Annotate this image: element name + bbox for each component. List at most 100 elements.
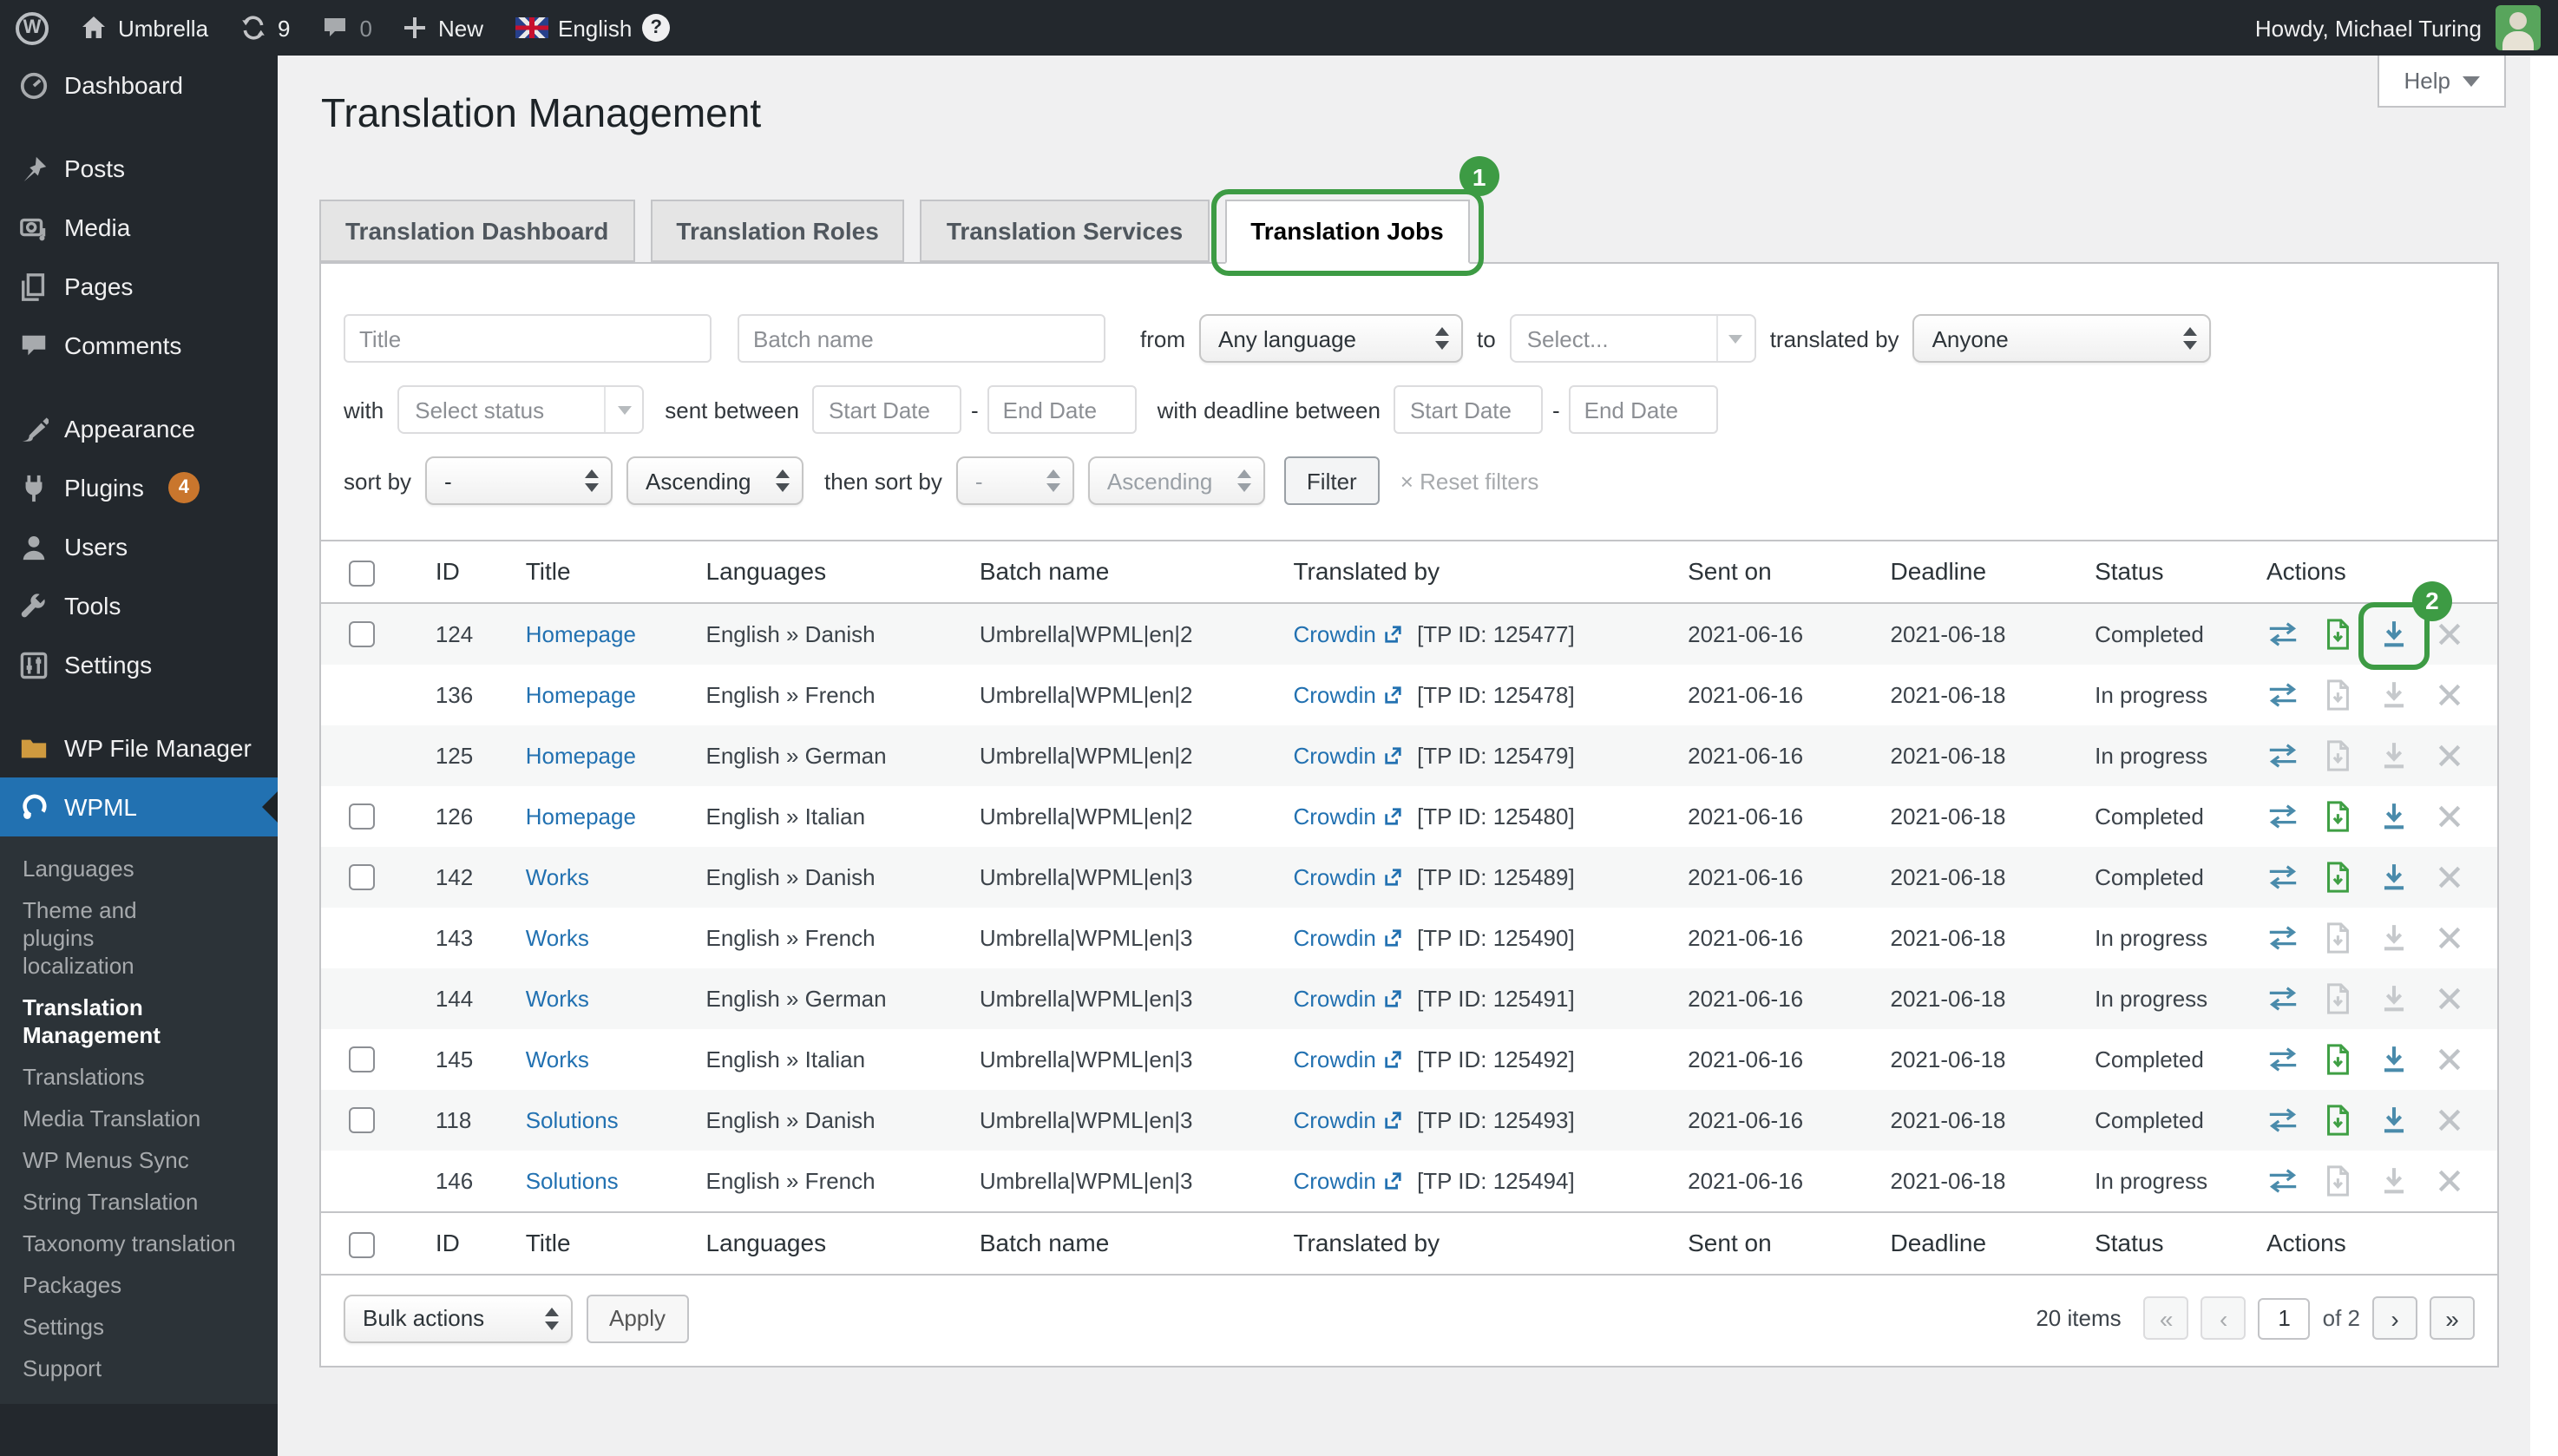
apply-button[interactable]: Apply: [587, 1294, 688, 1342]
title-filter-input[interactable]: [344, 314, 712, 363]
site-home-link[interactable]: Umbrella: [64, 0, 224, 56]
submenu-support[interactable]: Support: [0, 1348, 278, 1390]
from-language-select[interactable]: Any language: [1199, 314, 1463, 363]
new-content-menu[interactable]: New: [388, 0, 499, 56]
tab-translation-dashboard[interactable]: Translation Dashboard: [319, 200, 634, 262]
howdy-text[interactable]: Howdy, Michael Turing: [2255, 15, 2482, 41]
translator-link[interactable]: Crowdin: [1293, 1107, 1375, 1133]
translator-link[interactable]: Crowdin: [1293, 1046, 1375, 1072]
tab-translation-jobs[interactable]: Translation Jobs: [1224, 200, 1470, 264]
cancel-job-icon[interactable]: [2433, 618, 2466, 651]
deadline-start-date-input[interactable]: [1394, 385, 1544, 434]
download-translation-icon[interactable]: [2378, 921, 2410, 954]
download-translation-icon[interactable]: [2378, 861, 2410, 894]
select-all-checkbox[interactable]: [349, 561, 375, 587]
row-checkbox[interactable]: [349, 1108, 375, 1134]
sidebar-item-settings[interactable]: Settings: [0, 635, 278, 694]
view-translation-file-icon[interactable]: [2322, 679, 2355, 712]
translator-link[interactable]: Crowdin: [1293, 621, 1375, 647]
submenu-theme-plugins-localization[interactable]: Theme and plugins localization: [0, 890, 205, 987]
sidebar-item-comments[interactable]: Comments: [0, 316, 278, 375]
sidebar-item-appearance[interactable]: Appearance: [0, 399, 278, 458]
translated-by-select[interactable]: Anyone: [1913, 314, 2212, 363]
sidebar-item-wpml[interactable]: WPML: [0, 777, 278, 836]
updates-link[interactable]: 9: [224, 0, 305, 56]
batch-name-filter-input[interactable]: [738, 314, 1105, 363]
translator-link[interactable]: Crowdin: [1293, 864, 1375, 890]
view-translation-file-icon[interactable]: [2322, 1043, 2355, 1076]
translator-link[interactable]: Crowdin: [1293, 803, 1375, 830]
submenu-translations[interactable]: Translations: [0, 1057, 278, 1099]
translator-link[interactable]: Crowdin: [1293, 925, 1375, 951]
sent-start-date-input[interactable]: [813, 385, 962, 434]
job-title-link[interactable]: Solutions: [526, 1168, 619, 1194]
job-title-link[interactable]: Works: [526, 864, 589, 890]
download-translation-icon[interactable]: 2: [2378, 618, 2410, 651]
job-title-link[interactable]: Works: [526, 986, 589, 1012]
sort-secondary-order-select[interactable]: Ascending: [1088, 456, 1265, 505]
job-title-link[interactable]: Homepage: [526, 621, 636, 647]
bulk-actions-select[interactable]: Bulk actions: [344, 1294, 573, 1342]
sync-translation-icon[interactable]: [2266, 679, 2299, 712]
sync-translation-icon[interactable]: [2266, 618, 2299, 651]
cancel-job-icon[interactable]: [2433, 1043, 2466, 1076]
cancel-job-icon[interactable]: [2433, 800, 2466, 833]
status-select[interactable]: Select status: [397, 385, 644, 434]
view-translation-file-icon[interactable]: [2322, 921, 2355, 954]
sync-translation-icon[interactable]: [2266, 739, 2299, 772]
sync-translation-icon[interactable]: [2266, 1043, 2299, 1076]
sort-primary-order-select[interactable]: Ascending: [626, 456, 803, 505]
sync-translation-icon[interactable]: [2266, 861, 2299, 894]
job-title-link[interactable]: Works: [526, 925, 589, 951]
row-checkbox[interactable]: [349, 804, 375, 830]
cancel-job-icon[interactable]: [2433, 921, 2466, 954]
download-translation-icon[interactable]: [2378, 1164, 2410, 1197]
tab-translation-services[interactable]: Translation Services: [921, 200, 1209, 262]
sidebar-item-plugins[interactable]: Plugins 4: [0, 458, 278, 517]
reset-filters-link[interactable]: × Reset filters: [1400, 468, 1539, 494]
translator-link[interactable]: Crowdin: [1293, 986, 1375, 1012]
tab-translation-roles[interactable]: Translation Roles: [650, 200, 904, 262]
translator-link[interactable]: Crowdin: [1293, 743, 1375, 769]
sync-translation-icon[interactable]: [2266, 1164, 2299, 1197]
wp-logo-menu[interactable]: W: [0, 0, 64, 56]
cancel-job-icon[interactable]: [2433, 861, 2466, 894]
view-translation-file-icon[interactable]: [2322, 982, 2355, 1015]
sidebar-item-users[interactable]: Users: [0, 517, 278, 576]
submenu-packages[interactable]: Packages: [0, 1265, 278, 1307]
cancel-job-icon[interactable]: [2433, 982, 2466, 1015]
submenu-wp-menus-sync[interactable]: WP Menus Sync: [0, 1140, 278, 1182]
download-translation-icon[interactable]: [2378, 679, 2410, 712]
select-all-checkbox[interactable]: [349, 1231, 375, 1257]
job-title-link[interactable]: Homepage: [526, 743, 636, 769]
job-title-link[interactable]: Works: [526, 1046, 589, 1072]
sidebar-item-dashboard[interactable]: Dashboard: [0, 56, 278, 115]
job-title-link[interactable]: Homepage: [526, 803, 636, 830]
view-translation-file-icon[interactable]: [2322, 739, 2355, 772]
cancel-job-icon[interactable]: [2433, 739, 2466, 772]
download-translation-icon[interactable]: [2378, 739, 2410, 772]
sort-primary-select[interactable]: -: [425, 456, 613, 505]
submenu-translation-management[interactable]: Translation Management: [0, 987, 205, 1057]
sidebar-item-media[interactable]: Media: [0, 198, 278, 257]
view-translation-file-icon[interactable]: [2322, 800, 2355, 833]
job-title-link[interactable]: Solutions: [526, 1107, 619, 1133]
sync-translation-icon[interactable]: [2266, 800, 2299, 833]
sync-translation-icon[interactable]: [2266, 921, 2299, 954]
submenu-media-translation[interactable]: Media Translation: [0, 1099, 278, 1140]
download-translation-icon[interactable]: [2378, 982, 2410, 1015]
row-checkbox[interactable]: [349, 622, 375, 648]
cancel-job-icon[interactable]: [2433, 1164, 2466, 1197]
help-button[interactable]: Help: [2378, 56, 2507, 108]
language-switcher[interactable]: English ?: [499, 0, 685, 56]
user-avatar[interactable]: [2496, 5, 2541, 50]
view-translation-file-icon[interactable]: [2322, 861, 2355, 894]
job-title-link[interactable]: Homepage: [526, 682, 636, 708]
view-translation-file-icon[interactable]: [2322, 1104, 2355, 1137]
filter-button[interactable]: Filter: [1284, 456, 1380, 505]
sent-end-date-input[interactable]: [987, 385, 1137, 434]
row-checkbox[interactable]: [349, 865, 375, 891]
submenu-taxonomy-translation[interactable]: Taxonomy translation: [0, 1223, 278, 1265]
sidebar-item-wp-file-manager[interactable]: WP File Manager: [0, 718, 278, 777]
comments-link[interactable]: 0: [306, 0, 388, 56]
